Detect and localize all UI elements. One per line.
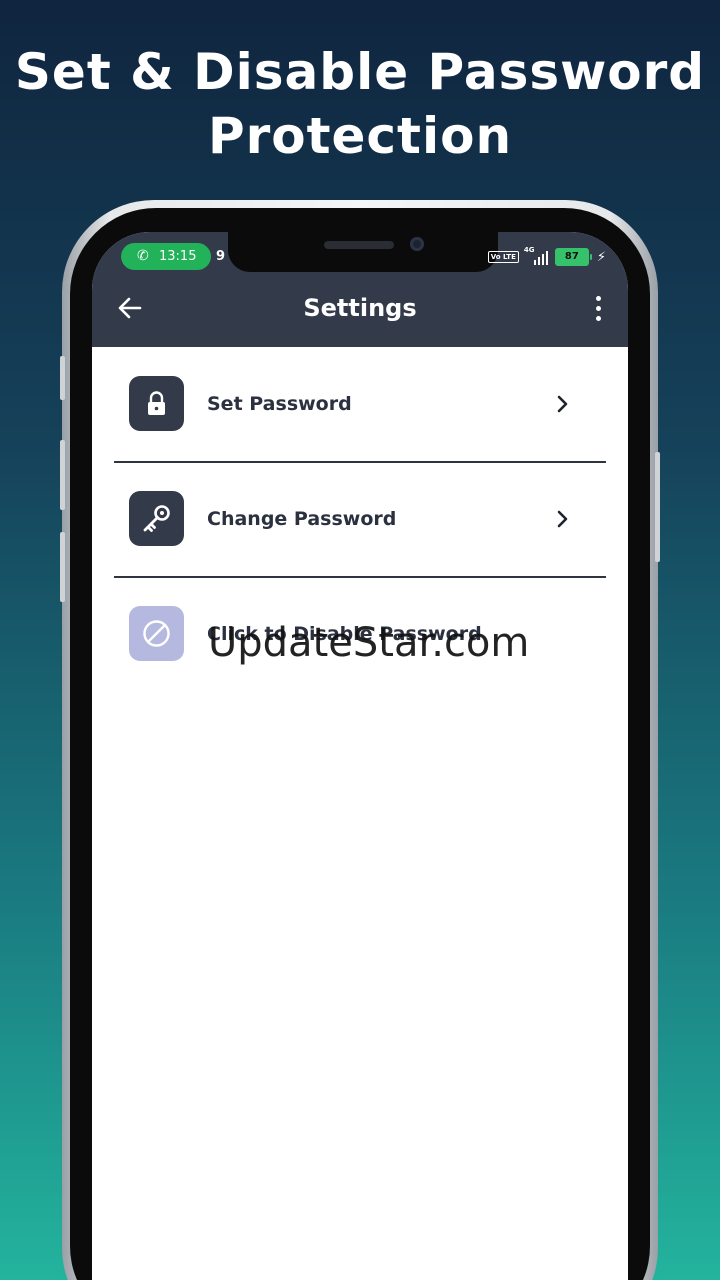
set-password-item[interactable]: Set Password	[92, 347, 628, 462]
promo-headline: Set & Disable Password Protection	[0, 40, 720, 168]
promo-headline-line-2: Protection	[207, 107, 513, 165]
page-title: Settings	[303, 294, 417, 322]
ongoing-call-pill[interactable]: ✆ 13:15	[121, 243, 211, 270]
change-password-label: Change Password	[207, 508, 397, 530]
charging-icon: ⚡	[596, 249, 606, 265]
earpiece-speaker	[324, 241, 394, 249]
disable-password-icon-tile	[129, 606, 184, 661]
status-time-partial: 9	[216, 249, 226, 264]
phone-call-icon: ✆	[137, 248, 149, 264]
phone-side-button-left-1	[60, 356, 65, 400]
change-password-item[interactable]: Change Password	[92, 462, 628, 577]
app-bar: ✆ 13:15 9 Vo LTE 4G 87 ⚡ Settings	[92, 232, 628, 347]
set-password-label: Set Password	[207, 393, 352, 415]
set-password-icon-tile	[129, 376, 184, 431]
phone-side-button-left-3	[60, 532, 65, 602]
status-icons: Vo LTE 4G 87 ⚡	[487, 246, 606, 267]
key-icon	[143, 505, 170, 532]
watermark: UpdateStar.com	[208, 620, 530, 666]
block-icon	[143, 620, 170, 647]
chevron-right-icon	[557, 510, 568, 528]
battery-icon: 87	[554, 248, 589, 266]
battery-tip	[589, 254, 592, 260]
promo-headline-line-1: Set & Disable Password	[14, 43, 706, 101]
lock-icon	[148, 391, 165, 415]
network-type-label: 4G	[523, 246, 535, 254]
call-duration: 13:15	[159, 249, 197, 264]
overflow-menu-button[interactable]	[586, 294, 610, 324]
volte-icon: Vo LTE	[487, 251, 519, 263]
phone-screen: ✆ 13:15 9 Vo LTE 4G 87 ⚡ Settings Set Pa…	[92, 232, 628, 1280]
phone-side-button-right	[655, 452, 660, 562]
front-camera	[410, 237, 424, 251]
signal-icon: 4G	[523, 246, 550, 266]
chevron-right-icon	[557, 395, 568, 413]
camera-notch	[228, 232, 498, 272]
phone-side-button-left-2	[60, 440, 65, 510]
change-password-icon-tile	[129, 491, 184, 546]
